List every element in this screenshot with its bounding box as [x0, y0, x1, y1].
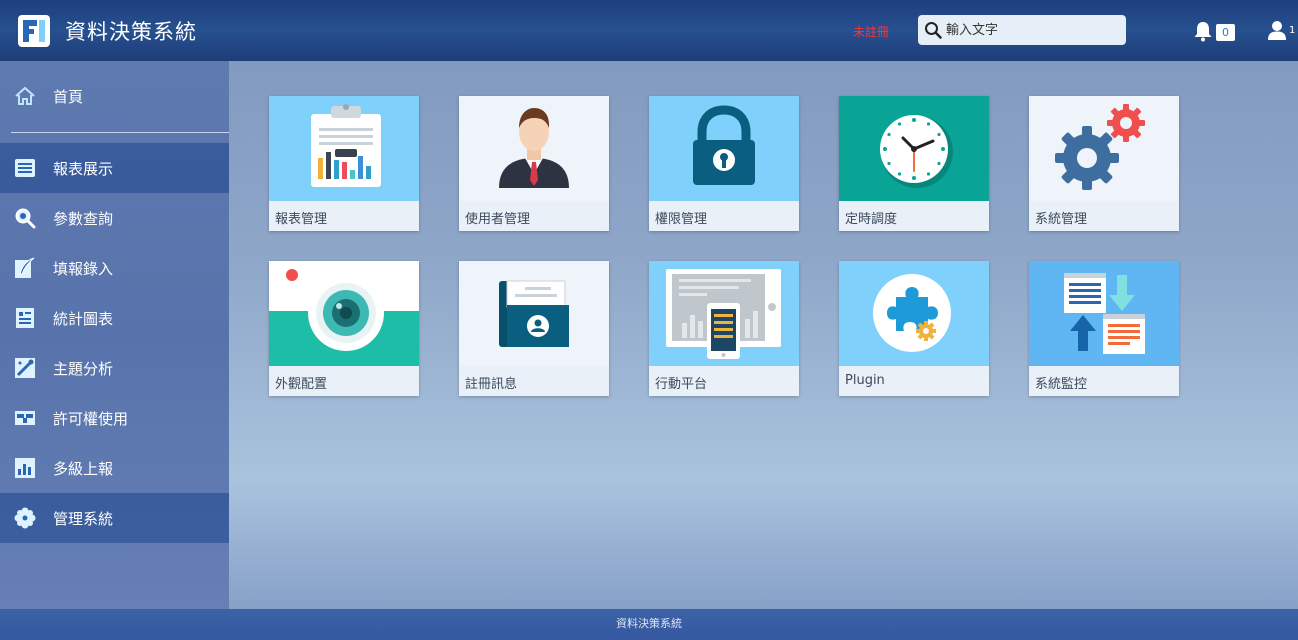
tile-label: 系統管理	[1035, 212, 1088, 227]
app-logo-icon[interactable]	[18, 15, 50, 47]
tile-label: 行動平台	[655, 377, 708, 392]
tile-label: 定時調度	[845, 212, 898, 227]
notification-count-badge[interactable]: 0	[1216, 24, 1235, 41]
sidebar-item-parameter-query[interactable]: 參數查詢	[0, 193, 229, 243]
feather-pen-icon	[15, 257, 35, 278]
id-card-icon	[459, 261, 609, 366]
permission-icon	[15, 411, 35, 425]
tile-user-management[interactable]: 使用者管理	[459, 96, 609, 231]
businessman-icon	[459, 96, 609, 201]
app-title: 資料決策系統	[65, 20, 197, 44]
tile-plugin[interactable]: Plugin	[839, 261, 989, 396]
tile-label: 報表管理	[275, 212, 328, 227]
sidebar-item-label: 報表展示	[53, 160, 114, 178]
sidebar-item-statistics-chart[interactable]: 統計圖表	[0, 293, 229, 343]
report-list-icon	[15, 159, 35, 177]
sidebar-item-label: 多級上報	[53, 460, 114, 478]
sync-docs-icon	[1029, 261, 1179, 366]
top-header: 資料決策系統 未註冊 0 1	[0, 0, 1298, 61]
sidebar-item-label: 許可權使用	[53, 410, 129, 428]
tile-label: 外觀配置	[275, 377, 328, 392]
sidebar-item-label: 統計圖表	[53, 310, 114, 328]
sidebar-item-management-system[interactable]: 管理系統	[0, 493, 229, 543]
sidebar-item-report-display[interactable]: 報表展示	[0, 143, 229, 193]
padlock-icon	[649, 96, 799, 201]
sidebar-item-topic-analysis[interactable]: 主題分析	[0, 343, 229, 393]
footer-text: 資料決策系統	[616, 617, 682, 630]
sidebar-item-home[interactable]: 首頁	[0, 71, 229, 121]
sidebar-divider	[11, 132, 229, 133]
magnifier-icon	[15, 208, 36, 229]
gears-icon	[1029, 96, 1179, 201]
tile-appearance-config[interactable]: 外觀配置	[269, 261, 419, 396]
wand-icon	[15, 358, 35, 378]
tile-report-management[interactable]: 報表管理	[269, 96, 419, 231]
bell-icon[interactable]	[1192, 20, 1214, 42]
tile-label: Plugin	[845, 373, 885, 388]
tile-scheduled-tasks[interactable]: 定時調度	[839, 96, 989, 231]
tile-label: 使用者管理	[465, 212, 531, 227]
tile-system-management[interactable]: 系統管理	[1029, 96, 1179, 231]
mobile-tablet-icon	[649, 261, 799, 366]
user-icon[interactable]	[1266, 19, 1288, 41]
clipboard-chart-icon	[269, 96, 419, 201]
sidebar-item-label: 參數查詢	[53, 210, 114, 228]
tile-label: 系統監控	[1035, 377, 1088, 392]
search-input[interactable]	[946, 19, 1120, 41]
tile-label: 註冊訊息	[465, 377, 518, 392]
tile-permission-management[interactable]: 權限管理	[649, 96, 799, 231]
sidebar-item-multi-level-report[interactable]: 多級上報	[0, 443, 229, 493]
bar-chart-icon	[15, 458, 35, 478]
puzzle-icon	[839, 261, 989, 366]
registration-status[interactable]: 未註冊	[853, 23, 889, 40]
tile-registration-info[interactable]: 註冊訊息	[459, 261, 609, 396]
camera-icon	[269, 261, 419, 366]
flower-gear-icon	[14, 507, 36, 529]
search-icon[interactable]	[924, 21, 942, 39]
tile-mobile-platform[interactable]: 行動平台	[649, 261, 799, 396]
search-box[interactable]	[918, 15, 1126, 45]
chart-doc-icon	[16, 308, 34, 328]
user-count: 1	[1289, 25, 1296, 36]
sidebar-item-label: 管理系統	[53, 510, 114, 528]
sidebar-item-data-entry[interactable]: 填報錄入	[0, 243, 229, 293]
sidebar-item-permission-usage[interactable]: 許可權使用	[0, 393, 229, 443]
sidebar: 首頁 報表展示 參數查詢 填報錄入 統計圖表 主題分析 許可權使用 多級上報 管…	[0, 61, 229, 609]
footer: 資料決策系統	[0, 609, 1298, 640]
home-icon	[15, 86, 35, 105]
sidebar-item-label: 首頁	[53, 88, 84, 106]
sidebar-item-label: 主題分析	[53, 360, 114, 378]
tile-label: 權限管理	[655, 212, 708, 227]
tile-system-monitoring[interactable]: 系統監控	[1029, 261, 1179, 396]
clock-icon	[839, 96, 989, 201]
sidebar-item-label: 填報錄入	[53, 260, 114, 278]
